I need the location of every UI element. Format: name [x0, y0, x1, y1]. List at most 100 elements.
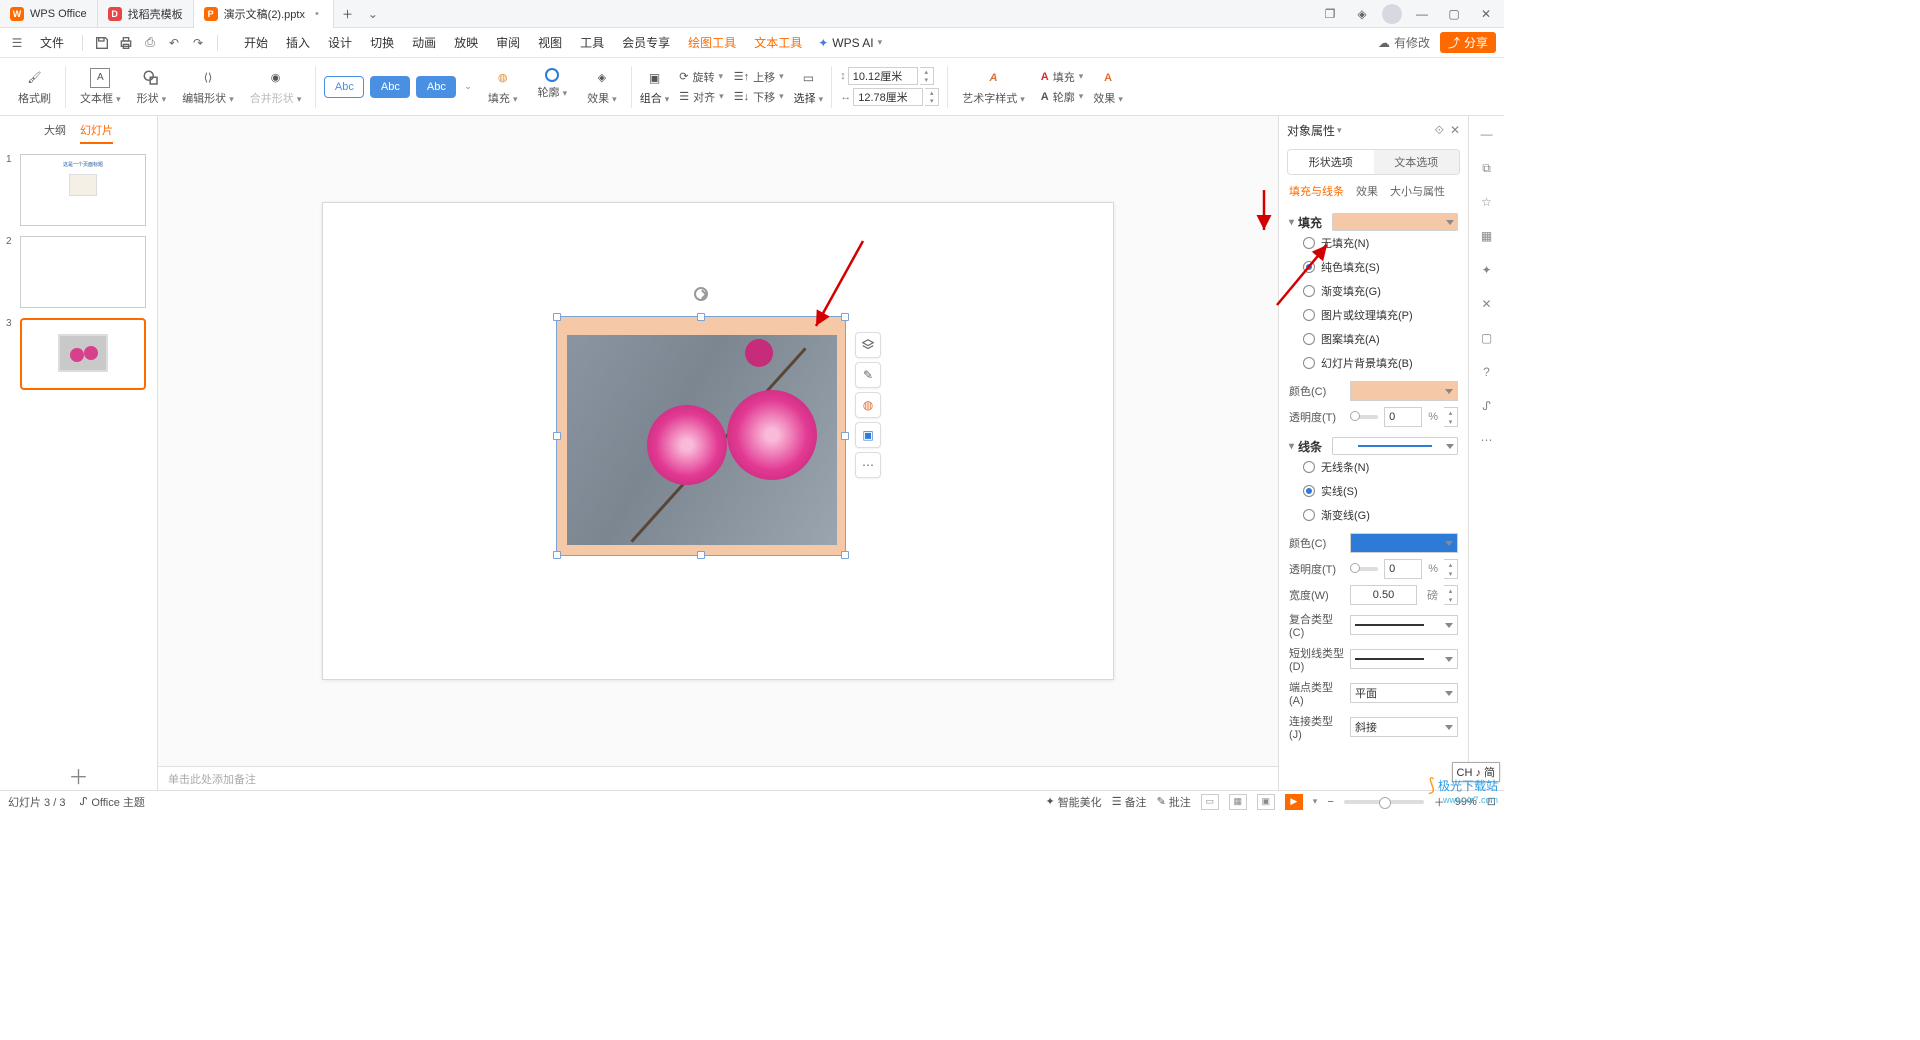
tab-app[interactable]: W WPS Office: [0, 0, 98, 28]
style-gallery[interactable]: Abc Abc Abc ⌄: [324, 76, 472, 98]
fill-opt-gradient[interactable]: 渐变填充(G): [1289, 279, 1458, 303]
effect-button[interactable]: ◈效果 ▾: [581, 68, 623, 106]
wordart-style-button[interactable]: A艺术字样式 ▾: [956, 68, 1031, 106]
line-compound-select[interactable]: [1350, 615, 1458, 635]
thumb-2[interactable]: 2: [6, 236, 151, 308]
tab-view[interactable]: 视图: [536, 30, 564, 55]
rail-image-icon[interactable]: ▢: [1477, 328, 1497, 348]
group-button[interactable]: ▣组合 ▾: [640, 68, 670, 106]
fill-transparency-input[interactable]: 0: [1384, 407, 1422, 427]
fill-opt-none[interactable]: 无填充(N): [1289, 231, 1458, 255]
menu-hamburger-icon[interactable]: ☰: [8, 34, 26, 52]
canvas-area[interactable]: ✎ ◍ ▣ ⋯: [158, 116, 1278, 766]
line-width-input[interactable]: 0.50: [1350, 585, 1417, 605]
rail-puzzle-icon[interactable]: ᔑ: [1477, 396, 1497, 416]
comments-toggle[interactable]: ✎ 批注: [1157, 794, 1191, 810]
resize-handle[interactable]: [841, 313, 849, 321]
rail-grid-icon[interactable]: ▦: [1477, 226, 1497, 246]
fill-opt-picture[interactable]: 图片或纹理填充(P): [1289, 303, 1458, 327]
selected-shape[interactable]: ✎ ◍ ▣ ⋯: [556, 316, 846, 556]
tab-review[interactable]: 审阅: [494, 30, 522, 55]
outline-tab-outline[interactable]: 大纲: [44, 122, 66, 144]
fill-opt-slidebg[interactable]: 幻灯片背景填充(B): [1289, 351, 1458, 375]
notes-toggle[interactable]: ☰ 备注: [1112, 794, 1147, 810]
tab-animation[interactable]: 动画: [410, 30, 438, 55]
maximize-button[interactable]: ▢: [1442, 2, 1466, 26]
resize-handle[interactable]: [697, 551, 705, 559]
fill-color-swatch[interactable]: [1332, 213, 1458, 231]
layers-icon[interactable]: [855, 332, 881, 358]
view-reading-icon[interactable]: ▣: [1257, 794, 1275, 810]
fill-color-picker[interactable]: [1350, 381, 1458, 401]
tab-template[interactable]: D 找稻壳模板: [98, 0, 194, 28]
save-icon[interactable]: [93, 34, 111, 52]
format-painter-button[interactable]: 🖌格式刷: [12, 68, 57, 106]
subtab-fill-line[interactable]: 填充与线条: [1289, 183, 1344, 199]
tab-text-tools[interactable]: 文本工具: [752, 30, 804, 55]
rail-sparkle-icon[interactable]: ✦: [1477, 260, 1497, 280]
line-color-picker[interactable]: [1350, 533, 1458, 553]
style-abc-1[interactable]: Abc: [324, 76, 364, 98]
resize-handle[interactable]: [553, 551, 561, 559]
thumb-1[interactable]: 1这是一个页面标题: [6, 154, 151, 226]
slideshow-button[interactable]: ▶: [1285, 794, 1303, 810]
zoom-slider[interactable]: [1344, 800, 1424, 804]
line-transparency-slider[interactable]: [1350, 567, 1378, 571]
print-preview-icon[interactable]: ⎙: [141, 34, 159, 52]
line-opt-solid[interactable]: 实线(S): [1289, 479, 1458, 503]
resize-handle[interactable]: [841, 432, 849, 440]
wps-ai-button[interactable]: ✦WPS AI▾: [818, 30, 882, 55]
image-icon[interactable]: ▣: [855, 422, 881, 448]
rail-settings-icon[interactable]: ⧉: [1477, 158, 1497, 178]
tab-insert[interactable]: 插入: [284, 30, 312, 55]
line-transparency-input[interactable]: 0: [1384, 559, 1422, 579]
width-input[interactable]: 12.78厘米: [853, 88, 923, 106]
avatar-icon[interactable]: [1382, 4, 1402, 24]
rotate-handle[interactable]: [694, 287, 708, 301]
beautify-button[interactable]: ✦ 智能美化: [1045, 794, 1101, 810]
outline-tab-slides[interactable]: 幻灯片: [80, 122, 113, 144]
zoom-out-button[interactable]: −: [1327, 796, 1333, 808]
line-sample-swatch[interactable]: [1332, 437, 1458, 455]
file-menu[interactable]: 文件: [32, 34, 72, 51]
fill-transparency-slider[interactable]: [1350, 415, 1378, 419]
tab-vip[interactable]: 会员专享: [620, 30, 672, 55]
tab-doc[interactable]: P 演示文稿(2).pptx •: [194, 0, 334, 28]
line-join-select[interactable]: 斜接: [1350, 717, 1458, 737]
subtab-effect[interactable]: 效果: [1356, 183, 1378, 199]
view-sorter-icon[interactable]: ▦: [1229, 794, 1247, 810]
fill-color-icon[interactable]: ◍: [855, 392, 881, 418]
seg-shape-options[interactable]: 形状选项: [1288, 150, 1374, 174]
resize-handle[interactable]: [841, 551, 849, 559]
tab-drawing-tools[interactable]: 绘图工具: [686, 30, 738, 55]
rotate-button[interactable]: ⟳ 旋转 ▾: [679, 68, 723, 86]
more-icon[interactable]: ⋯: [855, 452, 881, 478]
style-abc-3[interactable]: Abc: [416, 76, 456, 98]
thumb-3[interactable]: 3: [6, 318, 151, 390]
style-abc-2[interactable]: Abc: [370, 76, 410, 98]
textbox-button[interactable]: A文本框 ▾: [74, 68, 127, 106]
tab-slideshow[interactable]: 放映: [452, 30, 480, 55]
minimize-button[interactable]: —: [1410, 2, 1434, 26]
workspace-icon[interactable]: ❐: [1318, 2, 1342, 26]
undo-icon[interactable]: ↶: [165, 34, 183, 52]
tab-tools[interactable]: 工具: [578, 30, 606, 55]
panel-close-icon[interactable]: ✕: [1450, 123, 1460, 138]
cube-icon[interactable]: ◈: [1350, 2, 1374, 26]
text-fill-button[interactable]: A 填充 ▾: [1041, 68, 1083, 86]
move-down-button[interactable]: ☰↓ 下移 ▾: [734, 88, 784, 106]
print-icon[interactable]: [117, 34, 135, 52]
line-opt-none[interactable]: 无线条(N): [1289, 455, 1458, 479]
fill-button[interactable]: ◍填充 ▾: [482, 68, 524, 106]
resize-handle[interactable]: [697, 313, 705, 321]
tab-start[interactable]: 开始: [242, 30, 270, 55]
text-outline-button[interactable]: A 轮廓 ▾: [1041, 88, 1083, 106]
line-opt-gradient[interactable]: 渐变线(G): [1289, 503, 1458, 527]
select-button[interactable]: ▭选择 ▾: [794, 68, 824, 106]
line-dash-select[interactable]: [1350, 649, 1458, 669]
chevron-down-icon[interactable]: ▾: [1289, 441, 1294, 452]
text-effect-button[interactable]: A效果 ▾: [1087, 68, 1129, 106]
add-slide-button[interactable]: ＋: [0, 760, 157, 790]
chevron-down-icon[interactable]: ▾: [1289, 217, 1294, 228]
share-button[interactable]: ⤴ 分享: [1440, 32, 1496, 53]
